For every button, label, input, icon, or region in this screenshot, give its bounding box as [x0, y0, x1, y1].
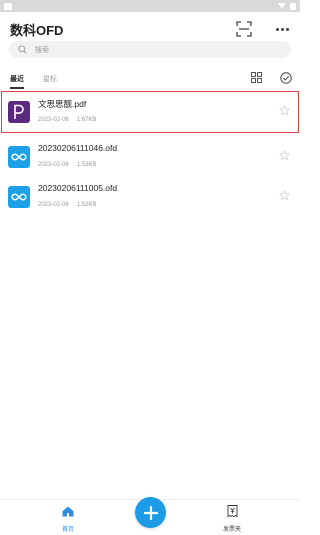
file-row[interactable]: 20230206111046.ofd 2023-02-06 1.53KB [0, 135, 300, 179]
file-date: 2023-02-06 [38, 162, 69, 168]
status-icons [278, 2, 296, 10]
star-outline-icon[interactable] [279, 105, 290, 116]
file-row[interactable]: 20230206111005.ofd 2023-02-06 1.52KB [0, 175, 300, 219]
search-input[interactable]: 搜索 [9, 41, 291, 58]
status-bar [0, 0, 300, 12]
ofd-file-icon [8, 186, 30, 208]
file-size: 1.52KB [76, 202, 97, 208]
battery-icon [290, 2, 296, 10]
file-name: 文思思靓.pdf [38, 99, 87, 109]
file-size: 1.67KB [76, 117, 97, 123]
file-meta: 2023-02-06 1.67KB [38, 117, 96, 123]
search-placeholder: 搜索 [35, 46, 49, 54]
invoice-icon [227, 505, 237, 518]
ofd-infinity-icon [11, 193, 27, 201]
tab-active-indicator [10, 87, 24, 89]
pdf-letter-p-icon [14, 104, 24, 119]
more-icon[interactable] [274, 21, 290, 37]
star-outline-icon[interactable] [279, 190, 290, 201]
nav-invoice-label: 发票夹 [222, 527, 241, 533]
file-name: 20230206111005.ofd [38, 183, 118, 193]
file-meta: 2023-02-06 1.53KB [38, 162, 96, 168]
search-icon [18, 45, 27, 54]
check-circle-icon[interactable] [280, 72, 292, 84]
tab-starred-label: 星标 [43, 76, 57, 83]
tab-starred[interactable]: 星标 [43, 74, 57, 84]
file-date: 2023-02-06 [38, 202, 69, 208]
grid-view-icon[interactable] [251, 72, 262, 83]
notification-icon [4, 2, 12, 10]
file-date: 2023-02-06 [38, 117, 69, 123]
plus-icon [143, 505, 158, 520]
wifi-icon [278, 3, 286, 9]
file-meta: 2023-02-06 1.52KB [38, 202, 96, 208]
tab-bar: 最近 星标 [0, 70, 300, 89]
pdf-file-icon [8, 101, 30, 123]
nav-invoice-folder[interactable]: 发票夹 [218, 504, 246, 533]
file-size: 1.53KB [76, 162, 97, 168]
tab-recent-label: 最近 [10, 76, 24, 83]
app-title: 数科OFD [10, 22, 64, 38]
nav-home[interactable]: 首页 [54, 504, 82, 533]
scan-icon[interactable] [236, 21, 252, 37]
home-icon [62, 506, 74, 517]
ofd-file-icon [8, 146, 30, 168]
add-button[interactable] [135, 497, 166, 528]
ofd-infinity-icon [11, 153, 27, 161]
nav-home-label: 首页 [61, 527, 74, 533]
file-name: 20230206111046.ofd [38, 143, 118, 153]
file-row[interactable]: 文思思靓.pdf 2023-02-06 1.67KB [0, 90, 300, 134]
tab-recent[interactable]: 最近 [10, 74, 24, 89]
star-outline-icon[interactable] [279, 150, 290, 161]
